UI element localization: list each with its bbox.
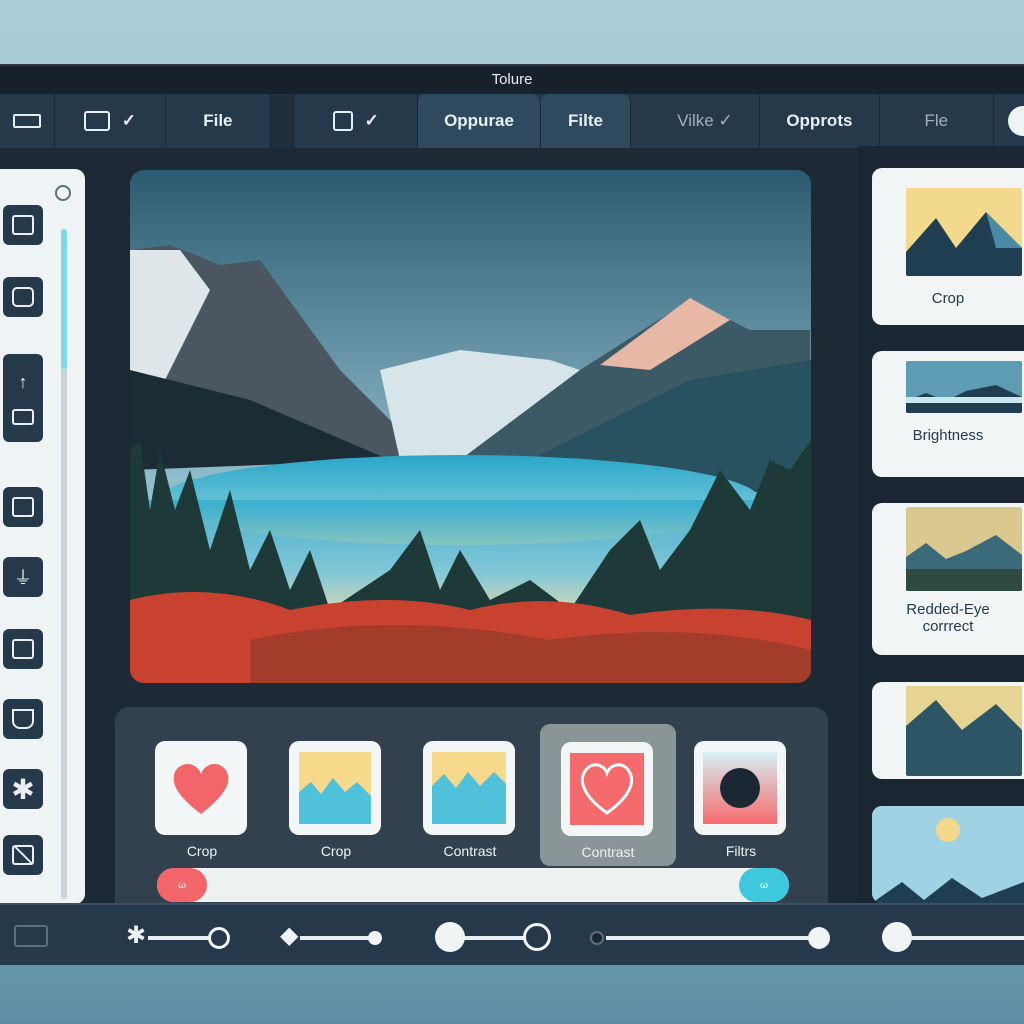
toolbar-file-button[interactable]: File <box>166 94 271 148</box>
left-tool-crop[interactable] <box>3 835 43 875</box>
mountain-thumbnail <box>906 188 1022 276</box>
toolbar-divider <box>270 94 295 148</box>
preset-crop[interactable]: Crop <box>872 168 1024 325</box>
slider-2-handle[interactable] <box>368 931 382 945</box>
frame-icon <box>12 408 34 425</box>
app-window: Tolure ✓ File ✓ Oppurae Filte Vilke ✓ Op… <box>0 64 1024 965</box>
image-check-icon <box>83 111 110 131</box>
valley-thumbnail <box>906 507 1022 591</box>
toolbar-image-check-button[interactable]: ✓ <box>55 94 167 148</box>
left-tool-upload[interactable]: ↑ <box>3 354 43 442</box>
sunrise-thumbnail <box>872 806 1024 903</box>
slider-4-track[interactable] <box>606 936 816 940</box>
toolbar-more-button[interactable] <box>994 94 1024 148</box>
lake-thumbnail <box>906 361 1022 413</box>
brush-icon <box>14 925 48 947</box>
left-tool-bucket[interactable] <box>3 699 43 739</box>
left-tool-square-2[interactable] <box>3 487 43 527</box>
preset-label: Redded-Eye <box>906 601 990 618</box>
range-min-handle[interactable]: ω <box>157 868 207 902</box>
slider-1-track[interactable] <box>148 936 216 940</box>
left-tool-folder[interactable] <box>3 629 43 669</box>
battery-icon <box>12 114 41 128</box>
tab-oppurae[interactable]: Oppurae <box>417 94 542 148</box>
toolbar-fle-button[interactable]: Fle <box>880 94 994 148</box>
preset-red-eye-correct[interactable]: Redded-Eye corrrect <box>872 503 1024 655</box>
toolbar-vilke-button[interactable]: Vilke ✓ <box>651 94 761 148</box>
crop-slash-icon <box>12 845 34 865</box>
folder-icon <box>12 639 34 659</box>
photo-canvas[interactable] <box>130 170 811 683</box>
tool-label: Crop <box>186 843 218 859</box>
toolbar: ✓ File ✓ Oppurae Filte Vilke ✓ Opprots F… <box>0 94 1024 148</box>
landscape-image <box>130 170 811 683</box>
preset-label: Brightness <box>912 427 984 444</box>
tool-crop-mountain[interactable]: Crop <box>289 741 383 859</box>
mountain-icon <box>299 752 371 824</box>
slider-3-min-handle[interactable] <box>435 922 465 952</box>
square-icon <box>12 497 34 517</box>
preset-sunrise[interactable] <box>872 806 1024 903</box>
tool-label: Filtrs <box>725 843 757 859</box>
slider-1-handle[interactable] <box>208 927 230 949</box>
mountain-thumbnail <box>906 686 1022 776</box>
tool-label: Contrast <box>581 844 635 860</box>
slider-5-handle[interactable] <box>882 922 912 952</box>
toolbar-opprots-button[interactable]: Opprots <box>760 94 880 148</box>
left-tool-camera[interactable] <box>3 277 43 317</box>
left-tool-panel: ↑ ⏚ ✱ <box>0 169 85 904</box>
asterisk-icon: ✱ <box>11 773 35 805</box>
tool-label: Crop <box>320 843 352 859</box>
upload-icon: ↑ <box>18 371 28 392</box>
adjustment-tools-panel: Crop Crop Contrast Contrast Filtrs ω ω <box>115 707 828 903</box>
preset-mountains[interactable] <box>872 682 1024 779</box>
eraser-icon: ◆ <box>280 922 299 949</box>
square-icon <box>12 215 34 235</box>
tool-contrast-selected[interactable]: Contrast <box>540 724 676 866</box>
bucket-icon <box>12 709 34 729</box>
slider-4-min-handle[interactable] <box>590 931 604 945</box>
tool-filters[interactable]: Filtrs <box>694 741 788 859</box>
left-tool-anchor[interactable]: ⏚ <box>3 557 43 597</box>
toolbar-frame-check-button[interactable]: ✓ <box>294 94 418 148</box>
circle-icon <box>1007 106 1024 136</box>
heart-icon <box>173 763 229 814</box>
circle-icon <box>703 752 777 824</box>
bottom-slider-bar: ✱ ◆ <box>0 903 1024 965</box>
range-max-handle[interactable]: ω <box>739 868 789 902</box>
preset-label-line2: corrrect <box>922 618 974 635</box>
preset-label: Crop <box>931 290 965 307</box>
mountain-icon <box>432 752 506 824</box>
frame-check-icon <box>332 111 353 131</box>
person-icon: ✱ <box>126 922 147 949</box>
tab-filte[interactable]: Filte <box>541 94 631 148</box>
toolbar-battery-button[interactable] <box>0 94 55 148</box>
check-icon: ✓ <box>364 111 379 130</box>
window-title: Tolure <box>0 66 1024 94</box>
slider-2-track[interactable] <box>300 936 378 940</box>
left-tool-asterisk[interactable]: ✱ <box>3 769 43 809</box>
slider-3-max-handle[interactable] <box>523 923 551 951</box>
slider-4-handle[interactable] <box>808 927 830 949</box>
vertical-scrollbar[interactable] <box>61 229 67 899</box>
camera-icon <box>12 287 34 307</box>
slider-5-track[interactable] <box>910 936 1024 940</box>
right-presets-panel: Crop Brightness Redded-Eye corrrect <box>858 146 1024 903</box>
anchor-icon: ⏚ <box>14 568 32 588</box>
tool-crop-heart[interactable]: Crop <box>155 741 249 859</box>
heart-outline-icon <box>570 753 644 825</box>
preset-brightness[interactable]: Brightness <box>872 351 1024 477</box>
check-icon: ✓ <box>121 111 137 130</box>
scroll-thumb[interactable] <box>61 229 67 369</box>
panel-radio[interactable] <box>55 185 71 201</box>
left-tool-square[interactable] <box>3 205 43 245</box>
tool-contrast[interactable]: Contrast <box>423 741 517 859</box>
tool-label: Contrast <box>443 843 497 859</box>
adjustment-range-slider[interactable]: ω ω <box>157 868 789 902</box>
